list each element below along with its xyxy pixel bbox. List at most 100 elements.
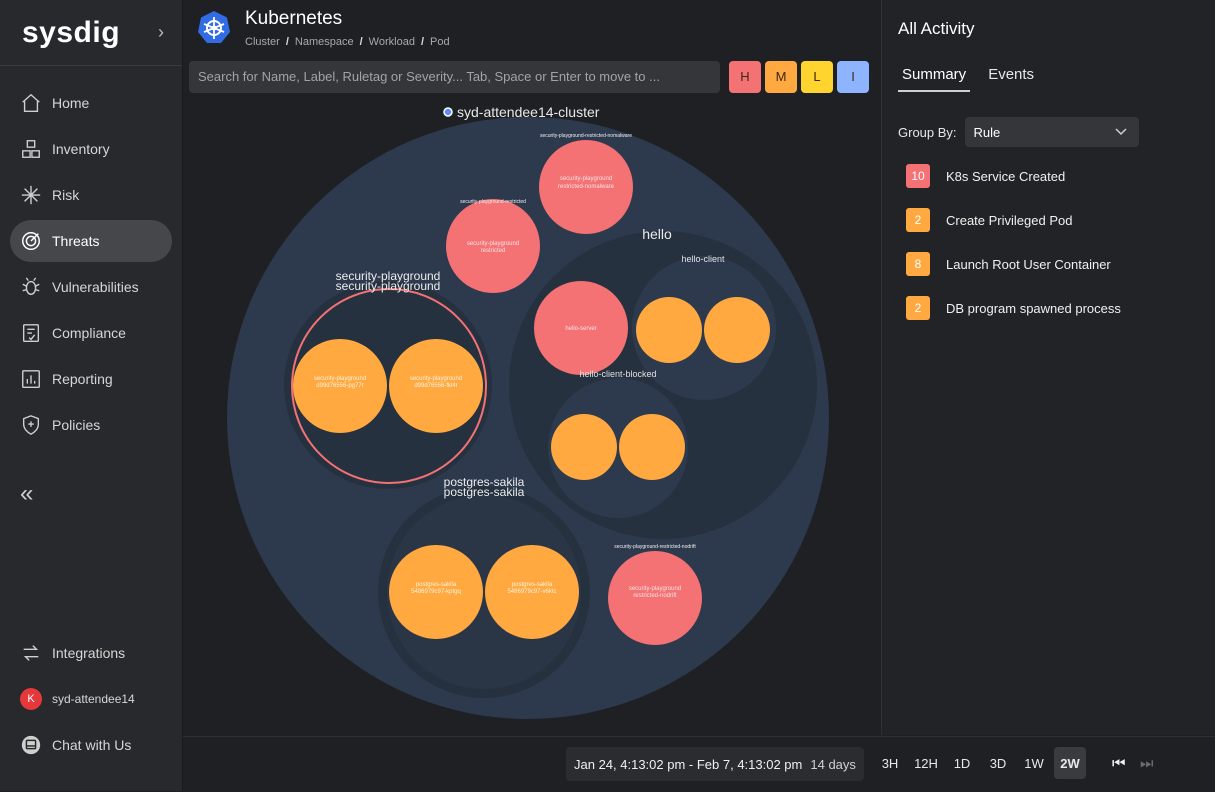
- time-button-12h[interactable]: 12H: [910, 747, 942, 779]
- pod-bubble-hello-client-blocked-2[interactable]: [619, 414, 685, 480]
- pod-label: restricted-nomalware: [558, 184, 615, 190]
- time-footer: Jan 24, 4:13:02 pm - Feb 7, 4:13:02 pm 1…: [183, 736, 1215, 792]
- sidebar-item-chat[interactable]: Chat with Us: [10, 724, 172, 766]
- count-badge: 2: [906, 208, 930, 232]
- sidebar-item-threats[interactable]: Threats: [10, 220, 172, 262]
- sidebar-item-policies[interactable]: Policies: [10, 404, 172, 446]
- pod-label: postgres-sakila: [416, 582, 457, 588]
- time-button-3h[interactable]: 3H: [874, 747, 906, 779]
- user-name: syd-attendee14: [52, 692, 135, 706]
- sysdig-logo: sysdig: [22, 15, 121, 49]
- severity-medium-button[interactable]: M: [765, 61, 797, 93]
- chevron-right-icon[interactable]: ›: [158, 22, 164, 43]
- sidebar-item-vulnerabilities[interactable]: Vulnerabilities: [10, 266, 172, 308]
- skip-forward-icon[interactable]: ⏭: [1140, 755, 1154, 772]
- workload-label-restricted-nomalware: security-playground-restricted-nomalware: [540, 133, 632, 139]
- workload-label-hello-client: hello-client: [681, 254, 725, 264]
- home-icon: [22, 93, 40, 112]
- list-item[interactable]: 8 Launch Root User Container: [906, 252, 1121, 276]
- sidebar-item-label: Risk: [52, 187, 80, 203]
- group-by-value: Rule: [973, 124, 1001, 140]
- time-button-2w[interactable]: 2W: [1054, 747, 1086, 779]
- sidebar-item-risk[interactable]: Risk: [10, 174, 172, 216]
- tab-summary[interactable]: Summary: [898, 64, 971, 92]
- chat-icon: [21, 735, 41, 755]
- severity-high-button[interactable]: H: [729, 61, 761, 93]
- list-item[interactable]: 2 DB program spawned process: [906, 296, 1121, 320]
- page-header: Kubernetes Cluster / Namespace / Workload / Po…: [197, 8, 450, 48]
- skip-back-icon[interactable]: ⏮: [1112, 755, 1126, 772]
- group-by-label: Group By:: [898, 124, 957, 140]
- severity-low-button[interactable]: L: [801, 61, 833, 93]
- severity-info-button[interactable]: I: [837, 61, 869, 93]
- list-item[interactable]: 2 Create Privileged Pod: [906, 208, 1121, 232]
- breadcrumb-pod[interactable]: Pod: [430, 36, 450, 48]
- sidebar-item-label: Policies: [52, 417, 101, 433]
- pod-label: security-playground: [410, 376, 462, 382]
- list-item[interactable]: 10 K8s Service Created: [906, 164, 1121, 188]
- pod-label: security-playground: [560, 176, 612, 182]
- pod-label: 5486979c97-v6ktc: [507, 589, 556, 595]
- breadcrumb-workload[interactable]: Workload: [369, 36, 415, 48]
- time-buttons: 3H 12H 1D 3D 1W 2W: [874, 747, 1090, 779]
- time-range-text: Jan 24, 4:13:02 pm - Feb 7, 4:13:02 pm: [574, 756, 803, 772]
- workload-label-security-playground: security-playground: [336, 279, 441, 293]
- avatar: K: [20, 688, 42, 710]
- page-title-block: Kubernetes Cluster / Namespace / Workload / Po…: [245, 8, 450, 48]
- time-button-1d[interactable]: 1D: [946, 747, 978, 779]
- pod-bubble-hello-client-2[interactable]: [704, 297, 770, 363]
- activity-tabs: Summary Events: [898, 64, 1052, 92]
- sidebar-item-home[interactable]: Home: [10, 82, 172, 124]
- sidebar-item-label: Compliance: [52, 325, 126, 341]
- sidebar-item-label: Home: [52, 95, 90, 111]
- sidebar-item-integrations[interactable]: Integrations: [10, 632, 172, 674]
- rule-label: DB program spawned process: [946, 300, 1121, 316]
- sidebar-item-compliance[interactable]: Compliance: [10, 312, 172, 354]
- group-by-select[interactable]: Rule: [964, 117, 1139, 147]
- pod-label: postgres-sakila: [512, 582, 553, 588]
- reporting-icon: [22, 370, 40, 388]
- pod-bubble-hello-client-blocked-1[interactable]: [551, 414, 617, 480]
- pod-label: restricted-nodrift: [633, 593, 677, 599]
- time-button-3d[interactable]: 3D: [982, 747, 1014, 779]
- sidebar-item-reporting[interactable]: Reporting: [10, 358, 172, 400]
- tab-events[interactable]: Events: [984, 64, 1038, 92]
- cluster-bubble-chart: syd-attendee14-cluster security-playgrou…: [227, 104, 829, 719]
- rule-list: 10 K8s Service Created 2 Create Privileg…: [906, 164, 1121, 340]
- count-badge: 8: [906, 252, 930, 276]
- sidebar-item-label: Threats: [52, 233, 100, 249]
- page-title: Kubernetes: [245, 8, 343, 29]
- sidebar-item-label: Integrations: [52, 645, 126, 661]
- sidebar-item-label: Inventory: [52, 141, 110, 157]
- bug-icon: [22, 277, 40, 296]
- pod-label: d99d76556-pg77r: [316, 383, 363, 389]
- breadcrumb-cluster[interactable]: Cluster: [245, 36, 280, 48]
- risk-icon: [21, 185, 41, 205]
- group-by: Group By: Rule: [898, 117, 1139, 147]
- rule-label: Create Privileged Pod: [946, 212, 1073, 228]
- sidebar-bottom: Integrations K syd-attendee14 Chat with …: [0, 628, 182, 770]
- time-button-1w[interactable]: 1W: [1018, 747, 1050, 779]
- namespace-label-hello: hello: [642, 226, 672, 242]
- time-range-days: 14 days: [810, 756, 856, 772]
- activity-title: All Activity: [898, 19, 975, 38]
- compliance-icon: [22, 324, 40, 342]
- pod-label: hello-server: [565, 326, 596, 332]
- workload-label-restricted-nodrift: security-playground-restricted-nodrift: [614, 544, 696, 550]
- search-input[interactable]: Search for Name, Label, Ruletag or Sever…: [189, 61, 720, 93]
- rule-label: Launch Root User Container: [946, 256, 1111, 272]
- breadcrumb-namespace[interactable]: Namespace: [295, 36, 354, 48]
- sidebar-item-inventory[interactable]: Inventory: [10, 128, 172, 170]
- pod-bubble-hello-client-1[interactable]: [636, 297, 702, 363]
- workload-label-postgres-sakila: postgres-sakila: [444, 485, 525, 499]
- sidebar-item-user[interactable]: K syd-attendee14: [10, 678, 172, 720]
- workload-label-restricted: security-playground-restricted: [460, 199, 526, 205]
- activity-panel: All Activity Summary Events Group By: Ru…: [881, 0, 1215, 735]
- workload-label-hello-client-blocked: hello-client-blocked: [579, 369, 656, 379]
- pod-label: security-playground: [629, 586, 681, 592]
- pod-label: security-playground: [314, 376, 366, 382]
- collapse-sidebar-icon[interactable]: «: [20, 480, 33, 508]
- time-range-picker[interactable]: Jan 24, 4:13:02 pm - Feb 7, 4:13:02 pm 1…: [566, 747, 864, 781]
- cluster-dot-icon: [443, 107, 453, 117]
- kubernetes-icon: [198, 11, 230, 43]
